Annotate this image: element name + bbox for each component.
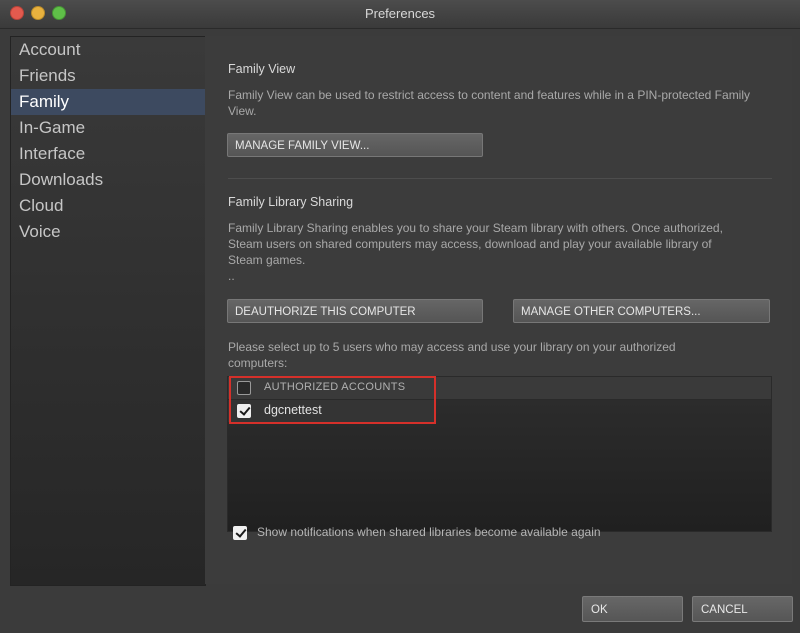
authorized-accounts-list: AUTHORIZED ACCOUNTS dgcnettest bbox=[227, 376, 772, 532]
window-title: Preferences bbox=[364, 6, 436, 21]
sidebar-item-downloads[interactable]: Downloads bbox=[11, 167, 205, 193]
library-sharing-ellipsis: .. bbox=[228, 269, 235, 283]
family-view-title: Family View bbox=[228, 62, 296, 76]
accounts-header-label: AUTHORIZED ACCOUNTS bbox=[264, 381, 406, 393]
family-view-description: Family View can be used to restrict acce… bbox=[228, 88, 751, 118]
manage-family-view-button[interactable]: MANAGE FAMILY VIEW... bbox=[227, 133, 483, 157]
accounts-header: AUTHORIZED ACCOUNTS bbox=[228, 377, 771, 400]
account-name: dgcnettest bbox=[264, 403, 322, 417]
ok-button[interactable]: OK bbox=[582, 596, 683, 622]
manage-other-computers-button[interactable]: MANAGE OTHER COMPUTERS... bbox=[513, 299, 770, 323]
account-checkbox[interactable] bbox=[237, 404, 251, 418]
notifications-label: Show notifications when shared libraries… bbox=[257, 525, 601, 539]
sidebar-item-friends[interactable]: Friends bbox=[11, 63, 205, 89]
title-bar: Preferences bbox=[0, 0, 800, 29]
select-all-checkbox[interactable] bbox=[237, 381, 251, 395]
section-divider bbox=[228, 178, 772, 179]
sidebar-item-interface[interactable]: Interface bbox=[11, 141, 205, 167]
sidebar-item-in-game[interactable]: In-Game bbox=[11, 115, 205, 141]
library-sharing-title: Family Library Sharing bbox=[228, 195, 354, 209]
sidebar-item-family[interactable]: Family bbox=[11, 89, 205, 115]
sidebar-item-cloud[interactable]: Cloud bbox=[11, 193, 205, 219]
cancel-button[interactable]: CANCEL bbox=[692, 596, 793, 622]
deauthorize-computer-button[interactable]: DEAUTHORIZE THIS COMPUTER bbox=[227, 299, 483, 323]
select-users-prompt: Please select up to 5 users who may acce… bbox=[228, 340, 676, 370]
sidebar-item-account[interactable]: Account bbox=[11, 37, 205, 63]
sidebar: Account Friends Family In-Game Interface… bbox=[10, 36, 206, 586]
sidebar-item-voice[interactable]: Voice bbox=[11, 219, 205, 245]
table-row[interactable]: dgcnettest bbox=[228, 400, 436, 422]
notifications-checkbox[interactable] bbox=[233, 526, 247, 540]
family-settings-panel: Family View Family View can be used to r… bbox=[205, 36, 792, 584]
library-sharing-description: Family Library Sharing enables you to sh… bbox=[228, 221, 723, 267]
